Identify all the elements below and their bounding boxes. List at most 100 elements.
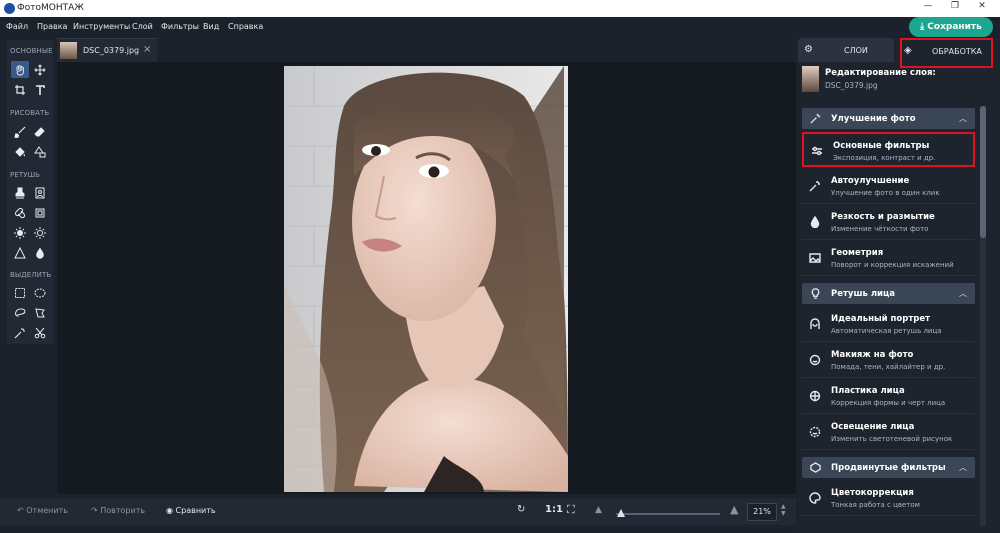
menu-tools[interactable]: Инструменты	[73, 22, 130, 31]
close-tab-icon[interactable]: ×	[143, 44, 151, 55]
zoom-in-icon[interactable]: ▲	[730, 503, 738, 516]
item-makeup[interactable]: Макияж на фото Помада, тени, хайлайтер и…	[802, 343, 975, 378]
section-basic: ОСНОВНЫЕ	[10, 47, 53, 55]
category-face-retouch[interactable]: Ретушь лица ︿	[802, 283, 975, 304]
item-title: Пластика лица	[831, 386, 905, 396]
ellipse-select-button[interactable]	[31, 284, 49, 301]
item-ideal-portrait[interactable]: Идеальный портрет Автоматическая ретушь …	[802, 307, 975, 342]
document-name: DSC_0379.jpg	[83, 46, 140, 55]
zoom-out-icon[interactable]: ▲	[595, 505, 602, 515]
tab-processing[interactable]: ◈ ОБРАБОТКА	[900, 38, 993, 68]
rect-select-button[interactable]	[11, 284, 29, 301]
fill-tool-button[interactable]	[11, 143, 29, 160]
zoom-slider-track[interactable]	[616, 513, 720, 515]
makeup-icon	[809, 354, 821, 366]
item-title: Освещение лица	[831, 422, 915, 432]
close-window-icon[interactable]: ✕	[972, 1, 992, 15]
eye-icon: ◉	[166, 506, 176, 515]
panel-scrollbar[interactable]	[980, 106, 986, 526]
hand-tool-button[interactable]	[11, 61, 29, 78]
magic-wand-icon	[809, 181, 820, 192]
lasso-tool-button[interactable]	[11, 304, 29, 321]
sharpen-tool-button[interactable]	[11, 244, 29, 261]
app-title: ФотоМОНТАЖ	[17, 3, 84, 13]
zoom-input[interactable]: 21%	[747, 503, 777, 521]
toolbox: ОСНОВНЫЕ РИСОВАТЬ РЕТУШЬ ВЫДЕЛИТЬ	[7, 40, 53, 344]
scrollbar-thumb[interactable]	[980, 106, 986, 238]
smart-select-button[interactable]	[31, 324, 49, 341]
tab-processing-label: ОБРАБОТКА	[932, 47, 982, 56]
chevron-up-icon[interactable]: ︿	[959, 113, 967, 124]
healing-tool-button[interactable]	[11, 204, 29, 221]
document-thumbnail	[60, 42, 77, 59]
frame-tool-button[interactable]	[31, 204, 49, 221]
photo-canvas[interactable]	[284, 66, 568, 492]
menu-filters[interactable]: Фильтры	[161, 22, 199, 31]
document-tab[interactable]: DSC_0379.jpg ×	[57, 38, 157, 62]
item-title: Цветокоррекция	[831, 488, 914, 498]
undo-button[interactable]: ↶ Отменить	[17, 506, 68, 515]
rotate-icon[interactable]: ↻	[517, 504, 525, 515]
category-photo-enhance[interactable]: Улучшение фото ︿	[802, 108, 975, 129]
menu-layer[interactable]: Слой	[132, 22, 153, 31]
item-basic-filters[interactable]: Основные фильтры Экспозиция, контраст и …	[802, 132, 975, 167]
triangle-icon	[14, 246, 26, 258]
lighten-tool-button[interactable]	[11, 224, 29, 241]
item-title: Геометрия	[831, 248, 884, 258]
polygon-lasso-button[interactable]	[31, 304, 49, 321]
redo-label: Повторить	[100, 506, 146, 515]
item-face-lighting[interactable]: Освещение лица Изменить светотеневой рис…	[802, 415, 975, 450]
shapes-tool-button[interactable]	[31, 143, 49, 160]
darken-tool-button[interactable]	[31, 224, 49, 241]
menu-edit[interactable]: Правка	[37, 22, 67, 31]
zoom-slider-handle[interactable]	[617, 509, 625, 517]
category-advanced-filters[interactable]: Продвинутые фильтры ︿	[802, 457, 975, 478]
item-sharpness-blur[interactable]: Резкость и размытие Изменение чёткости ф…	[802, 205, 975, 240]
text-tool-button[interactable]	[31, 81, 49, 98]
menu-file[interactable]: Файл	[6, 22, 28, 31]
chevron-up-icon[interactable]: ︿	[959, 462, 967, 473]
compare-button[interactable]: ◉ Сравнить	[166, 506, 216, 515]
face-shape-icon	[809, 390, 821, 402]
undo-label: Отменить	[26, 506, 68, 515]
title-bar: ФотоМОНТАЖ — ❐ ✕	[0, 0, 1000, 17]
item-subtitle: Помада, тени, хайлайтер и др.	[831, 363, 946, 371]
restore-icon[interactable]: ❐	[945, 1, 965, 15]
app-logo-icon	[4, 3, 15, 14]
document-tabs: DSC_0379.jpg ×	[57, 38, 796, 62]
fit-screen-icon[interactable]: ⛶	[567, 503, 575, 517]
menu-help[interactable]: Справка	[228, 22, 263, 31]
item-color-correction[interactable]: Цветокоррекция Тонкая работа с цветом	[802, 481, 975, 516]
redo-button[interactable]: ↷ Повторить	[91, 506, 145, 515]
minimize-icon[interactable]: —	[918, 1, 938, 15]
brush-tool-button[interactable]	[11, 123, 29, 140]
item-auto-enhance[interactable]: Автоулучшение Улучшение фото в один клик	[802, 169, 975, 204]
item-face-plastic[interactable]: Пластика лица Коррекция формы и черт лиц…	[802, 379, 975, 414]
eraser-tool-button[interactable]	[31, 123, 49, 140]
ellipse-select-icon	[34, 288, 46, 297]
save-button[interactable]: ⤓ Сохранить	[909, 17, 993, 37]
move-icon	[34, 64, 46, 75]
bandage-icon	[14, 207, 26, 218]
menu-view[interactable]: Вид	[203, 22, 219, 31]
move-tool-button[interactable]	[31, 61, 49, 78]
scissors-icon	[34, 327, 46, 338]
chevron-up-icon[interactable]: ︿	[959, 288, 967, 299]
crop-tool-button[interactable]	[11, 81, 29, 98]
portrait-icon	[35, 187, 45, 198]
item-title: Автоулучшение	[831, 176, 910, 186]
actual-size-button[interactable]: 1:1	[545, 504, 563, 515]
portrait-photo	[284, 66, 568, 492]
paint-bucket-icon	[15, 146, 26, 157]
zoom-stepper-icon[interactable]: ▲ ▼	[781, 503, 786, 517]
magic-select-button[interactable]	[11, 324, 29, 341]
tab-layers[interactable]: ⚙ СЛОИ	[798, 38, 894, 62]
portrait-tool-button[interactable]	[31, 184, 49, 201]
lasso-icon	[15, 307, 26, 317]
blur-tool-button[interactable]	[31, 244, 49, 261]
item-geometry[interactable]: Геометрия Поворот и коррекция искажений	[802, 241, 975, 276]
section-draw: РИСОВАТЬ	[10, 109, 50, 117]
stamp-tool-button[interactable]	[11, 184, 29, 201]
frame-icon	[35, 208, 45, 217]
item-title: Резкость и размытие	[831, 212, 935, 222]
